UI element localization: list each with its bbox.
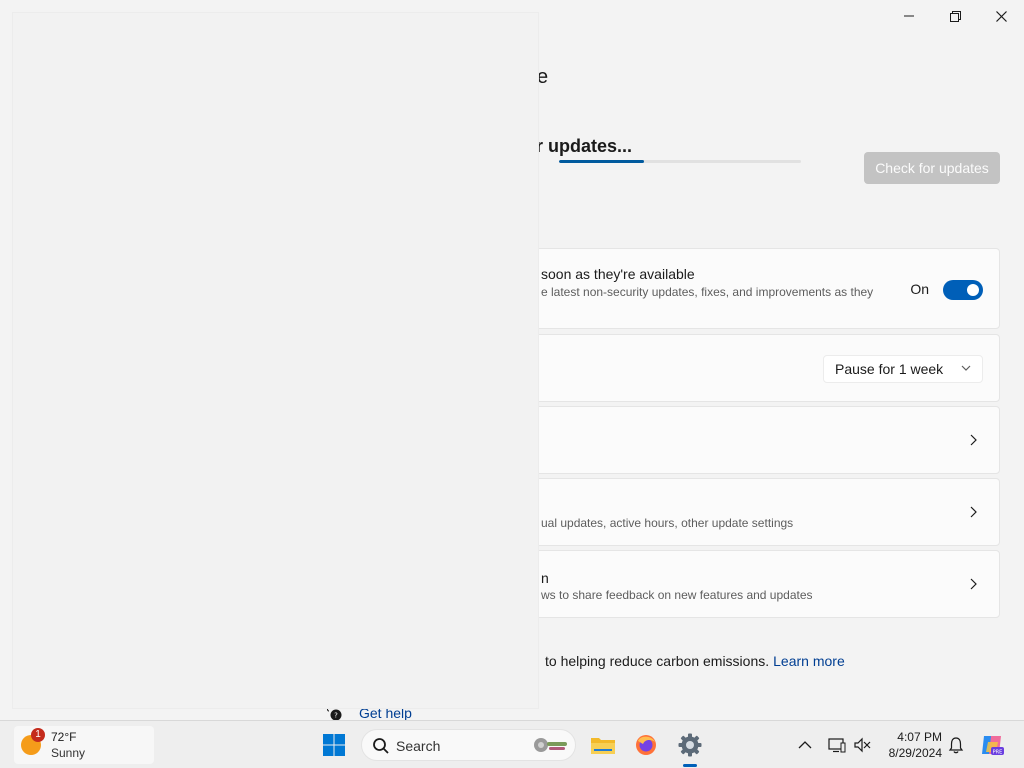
advanced-options-description: ual updates, active hours, other update … <box>541 516 794 530</box>
blank-navigation-pane <box>12 12 539 709</box>
folder-icon <box>591 738 615 754</box>
chevron-down-icon <box>961 365 971 371</box>
toggle-state-label: On <box>910 281 929 297</box>
taskbar-clock[interactable]: 4:07 PM 8/29/2024 <box>880 729 942 761</box>
taskbar: 1 72°F Sunny Search 4:07 PM 8/29/2024 PR… <box>0 720 1024 768</box>
search-highlight-icon <box>534 738 567 752</box>
update-status-title: r updates... <box>536 136 633 156</box>
minimize-button[interactable] <box>886 0 932 32</box>
chevron-right-icon <box>970 578 977 590</box>
copilot-icon: PRE <box>982 736 1004 756</box>
speaker-muted-icon <box>854 737 871 753</box>
taskbar-search[interactable]: Search <box>361 729 576 761</box>
show-hidden-icons-button[interactable] <box>789 729 821 761</box>
carbon-footer-text: to helping reduce carbon emissions. <box>545 653 770 669</box>
svg-text:?: ? <box>334 712 338 720</box>
toggle-knob <box>967 284 979 296</box>
notifications-button[interactable] <box>940 729 972 761</box>
pause-duration-select[interactable]: Pause for 1 week <box>823 355 983 383</box>
learn-more-link[interactable]: Learn more <box>773 653 845 669</box>
weather-temperature: 72°F <box>51 730 77 744</box>
volume-button[interactable] <box>846 729 878 761</box>
restore-button[interactable] <box>932 0 978 32</box>
update-progress-bar <box>559 160 801 163</box>
latest-updates-title: soon as they're available <box>541 266 695 282</box>
active-app-indicator <box>683 764 697 767</box>
search-placeholder: Search <box>396 738 441 754</box>
search-icon <box>373 738 389 754</box>
pause-updates-card: Pause for 1 week <box>526 334 1000 402</box>
start-button[interactable] <box>318 729 350 761</box>
network-icon <box>828 738 846 753</box>
restore-icon <box>949 10 961 22</box>
clock-date: 8/29/2024 <box>888 746 942 760</box>
check-for-updates-button[interactable]: Check for updates <box>864 152 1000 184</box>
update-progress-fill <box>559 160 644 163</box>
weather-widget[interactable]: 1 72°F Sunny <box>14 726 154 764</box>
insider-program-card[interactable]: n ws to share feedback on new features a… <box>526 550 1000 618</box>
clock-time: 4:07 PM <box>897 730 942 744</box>
close-icon <box>995 10 1007 22</box>
insider-program-description: ws to share feedback on new features and… <box>541 588 813 602</box>
weather-condition: Sunny <box>51 746 86 760</box>
advanced-options-card[interactable]: ual updates, active hours, other update … <box>526 478 1000 546</box>
insider-program-title: n <box>541 570 549 586</box>
chevron-up-icon <box>798 741 812 749</box>
settings-button[interactable] <box>674 729 706 761</box>
copilot-button[interactable]: PRE <box>976 729 1008 761</box>
svg-text:PRE: PRE <box>993 750 1003 756</box>
latest-updates-card[interactable]: soon as they're available e latest non-s… <box>526 248 1000 329</box>
close-button[interactable] <box>978 0 1024 32</box>
firefox-button[interactable] <box>630 729 662 761</box>
latest-updates-toggle[interactable] <box>943 280 983 300</box>
bell-icon <box>948 737 964 754</box>
windows-logo-icon <box>323 734 345 756</box>
carbon-footer: to helping reduce carbon emissions. Learn… <box>545 653 845 669</box>
pause-duration-value: Pause for 1 week <box>835 361 944 377</box>
firefox-icon <box>636 735 656 755</box>
latest-updates-description: e latest non-security updates, fixes, an… <box>541 285 874 299</box>
minimize-icon <box>904 15 914 17</box>
chevron-right-icon <box>970 506 977 518</box>
notification-badge: 1 <box>31 728 45 742</box>
gear-icon <box>678 733 702 757</box>
chevron-right-icon <box>970 434 977 446</box>
update-history-card[interactable] <box>526 406 1000 474</box>
file-explorer-button[interactable] <box>587 729 619 761</box>
